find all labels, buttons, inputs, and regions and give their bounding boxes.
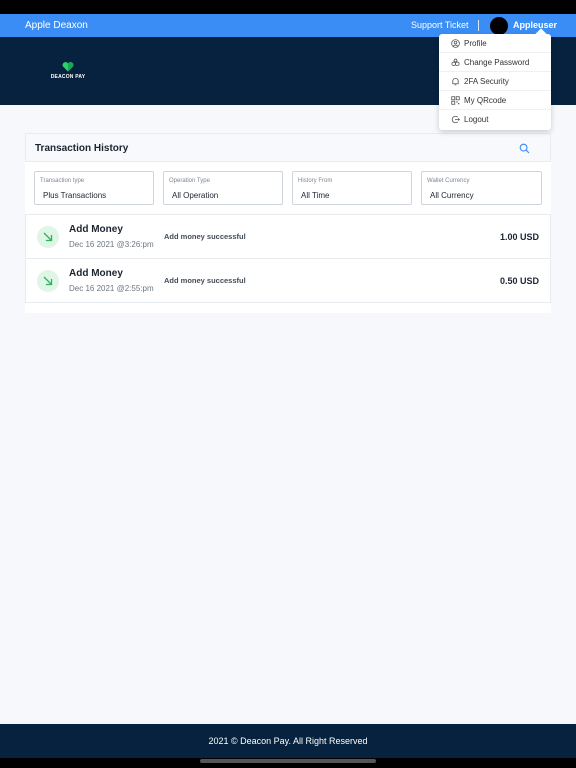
transaction-date: Dec 16 2021 @2:55:pm <box>69 284 154 293</box>
logo-text: DEACON PAY <box>50 74 86 80</box>
card-header: Transaction History <box>25 133 551 162</box>
transaction-title: Add Money <box>69 268 123 279</box>
user-circle-icon <box>451 39 460 48</box>
app-brand[interactable]: Apple Deaxon <box>25 14 88 37</box>
filter-value: All Currency <box>430 191 474 200</box>
avatar[interactable] <box>490 17 508 35</box>
navbar-divider <box>478 20 479 31</box>
menu-item-change-password[interactable]: Change Password <box>439 53 551 72</box>
transaction-history-card: Transaction History Transaction type Plu… <box>25 133 551 313</box>
user-dropdown-menu: Profile Change Password 2FA Security My … <box>439 28 551 130</box>
transaction-description: Add money successful <box>164 276 246 285</box>
filter-value: All Operation <box>172 191 219 200</box>
menu-item-my-qrcode[interactable]: My QRcode <box>439 91 551 110</box>
home-indicator <box>200 759 376 763</box>
transaction-date: Dec 16 2021 @3:26:pm <box>69 240 154 249</box>
status-bar <box>0 0 576 14</box>
deacon-pay-logo[interactable]: DEACON PAY <box>48 62 88 90</box>
menu-item-logout[interactable]: Logout <box>439 110 551 129</box>
transaction-title: Add Money <box>69 224 123 235</box>
menu-item-label: Change Password <box>464 58 530 67</box>
menu-item-label: My QRcode <box>464 96 507 105</box>
filter-value: Plus Transactions <box>43 191 107 200</box>
operation-type-select[interactable]: Operation Type All Operation <box>163 171 283 205</box>
copyright-text: 2021 © Deacon Pay. All Right Reserved <box>208 736 368 746</box>
history-from-select[interactable]: History From All Time <box>292 171 412 205</box>
menu-item-profile[interactable]: Profile <box>439 34 551 53</box>
filter-value: All Time <box>301 191 330 200</box>
filter-label: History From <box>298 178 333 184</box>
transaction-amount: 1.00 USD <box>499 232 539 242</box>
wallet-currency-select[interactable]: Wallet Currency All Currency <box>421 171 542 205</box>
footer: 2021 © Deacon Pay. All Right Reserved <box>0 724 576 758</box>
key-icon <box>451 58 460 67</box>
bell-icon <box>452 78 459 86</box>
search-icon[interactable] <box>519 143 530 154</box>
filter-label: Transaction type <box>40 178 85 184</box>
page-title: Transaction History <box>35 143 129 154</box>
transaction-type-select[interactable]: Transaction type Plus Transactions <box>34 171 154 205</box>
menu-item-label: Logout <box>464 115 489 124</box>
filter-label: Wallet Currency <box>427 178 470 184</box>
transaction-list: Add Money Dec 16 2021 @3:26:pm Add money… <box>25 214 551 303</box>
transaction-amount: 0.50 USD <box>499 276 539 286</box>
incoming-arrow-icon <box>37 270 59 292</box>
menu-item-label: 2FA Security <box>464 77 509 86</box>
logout-icon <box>451 115 460 124</box>
menu-item-2fa-security[interactable]: 2FA Security <box>439 72 551 91</box>
transaction-row[interactable]: Add Money Dec 16 2021 @2:55:pm Add money… <box>26 259 550 303</box>
heart-logo-icon <box>62 62 74 72</box>
transaction-row[interactable]: Add Money Dec 16 2021 @3:26:pm Add money… <box>26 215 550 259</box>
transaction-description: Add money successful <box>164 232 246 241</box>
menu-item-label: Profile <box>464 39 487 48</box>
filter-label: Operation Type <box>169 178 210 184</box>
qr-code-icon <box>451 96 460 105</box>
incoming-arrow-icon <box>37 226 59 248</box>
